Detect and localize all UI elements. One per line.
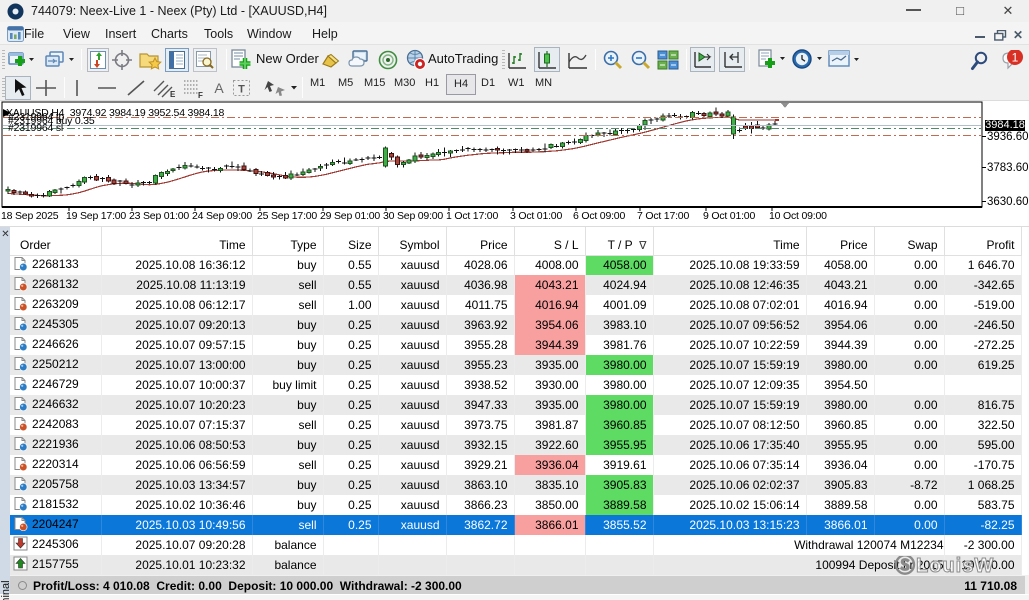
svg-text:A: A <box>214 80 224 96</box>
svg-text:F: F <box>198 91 203 99</box>
svg-text:ⓈLouisW: ⓈLouisW <box>895 556 994 576</box>
svg-text:1: 1 <box>1012 51 1019 65</box>
svg-text:Terminal: Terminal <box>0 580 10 600</box>
svg-text:T: T <box>238 84 245 96</box>
svg-text:E: E <box>170 90 176 99</box>
